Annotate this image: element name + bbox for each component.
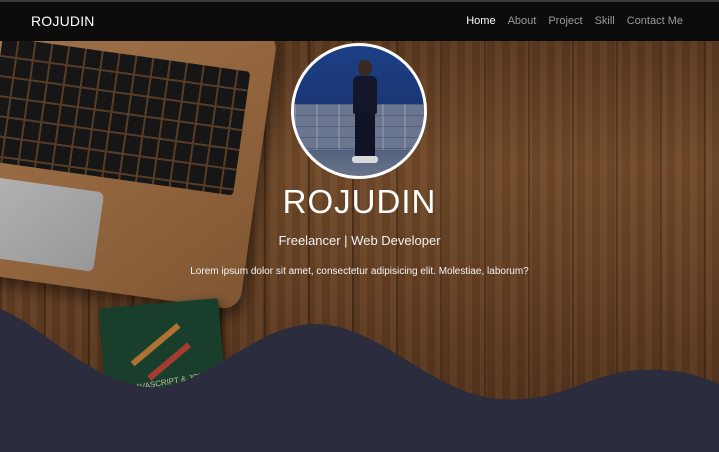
hero-lead: Lorem ipsum dolor sit amet, consectetur …: [190, 266, 529, 277]
nav-link-about[interactable]: About: [508, 15, 537, 27]
hero-section: JAVASCRIPT & JQUERY ROJUDIN Freelancer |…: [0, 41, 719, 452]
brand-link[interactable]: ROJUDIN: [31, 13, 95, 29]
nav-link-project[interactable]: Project: [548, 15, 582, 27]
hero-title: ROJUDIN: [282, 183, 437, 220]
nav-links: Home About Project Skill Contact Me: [454, 15, 683, 27]
nav-link-home[interactable]: Home: [466, 15, 495, 27]
profile-avatar: [291, 43, 427, 179]
avatar-person-shoes: [352, 156, 378, 163]
avatar-person-head: [358, 60, 372, 76]
avatar-person-body: [353, 76, 377, 114]
hero-subtitle: Freelancer | Web Developer: [278, 233, 441, 248]
wave-shape: [0, 309, 719, 452]
navbar: ROJUDIN Home About Project Skill Contact…: [0, 0, 719, 41]
hero-wave: [0, 309, 719, 452]
avatar-person-legs: [355, 112, 375, 158]
nav-link-contact[interactable]: Contact Me: [627, 15, 683, 27]
nav-link-skill[interactable]: Skill: [595, 15, 615, 27]
